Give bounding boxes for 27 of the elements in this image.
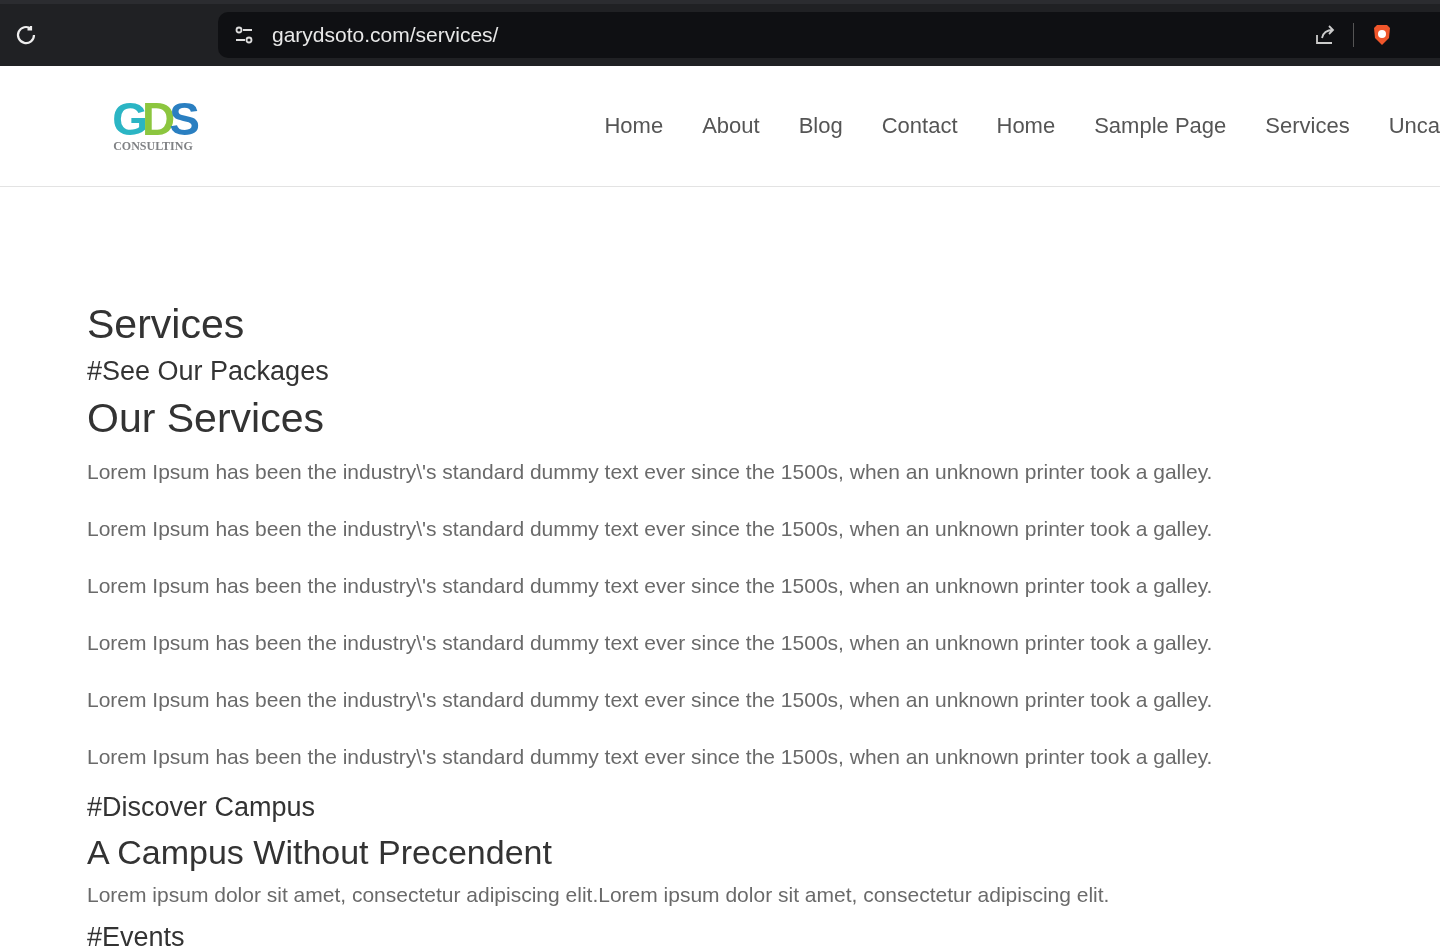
body-text: Lorem Ipsum has been the industry\'s standard dummy text ever since the 1500s, when an unknown printer took a galley. — [87, 687, 1214, 713]
nav-link[interactable]: Sample Page — [1094, 113, 1227, 139]
logo-subtitle: CONSULTING — [113, 138, 193, 154]
nav-link[interactable]: Home — [604, 113, 664, 139]
body-text: Lorem Ipsum has been the industry\'s standard dummy text ever since the 1500s, when an unknown printer took a galley. — [87, 744, 1214, 770]
section-heading: A Campus Without Precendent — [87, 832, 553, 873]
section-tag: #Events — [87, 915, 1440, 952]
body-text: Lorem ipsum dolor sit amet, consectetur adipiscing elit.Lorem ipsum dolor sit amet, consectetur adipiscing elit. — [87, 882, 1111, 908]
url-text: garydsoto.com/services/ — [272, 23, 500, 47]
body-text: Lorem Ipsum has been the industry\'s standard dummy text ever since the 1500s, when an unknown printer took a galley. — [87, 573, 1214, 599]
page-heading: Services — [87, 300, 246, 349]
body-text: Lorem Ipsum has been the industry\'s standard dummy text ever since the 1500s, when an unknown printer took a galley. — [87, 630, 1214, 656]
body-text: Lorem Ipsum has been the industry\'s standard dummy text ever since the 1500s, when an unknown printer took a galley. — [87, 516, 1214, 542]
share-icon[interactable] — [1313, 23, 1337, 47]
section-tag: #See Our Packages — [87, 349, 1440, 393]
page-heading: Our Services — [87, 394, 325, 443]
reload-icon[interactable] — [14, 23, 38, 47]
nav-link[interactable]: Blog — [798, 113, 843, 139]
nav-link[interactable]: Contact — [881, 113, 958, 139]
address-bar[interactable]: garydsoto.com/services/ — [218, 12, 1440, 58]
nav-link[interactable]: About — [702, 113, 760, 139]
body-text: Lorem Ipsum has been the industry\'s standard dummy text ever since the 1500s, when an unknown printer took a galley. — [87, 459, 1214, 485]
nav-link[interactable]: Home — [996, 113, 1056, 139]
nav-link[interactable]: Unca — [1388, 113, 1440, 139]
section-tag: #Discover Campus — [87, 785, 1440, 829]
logo[interactable]: GDS — [112, 98, 194, 139]
nav-link[interactable]: Services — [1265, 113, 1350, 139]
